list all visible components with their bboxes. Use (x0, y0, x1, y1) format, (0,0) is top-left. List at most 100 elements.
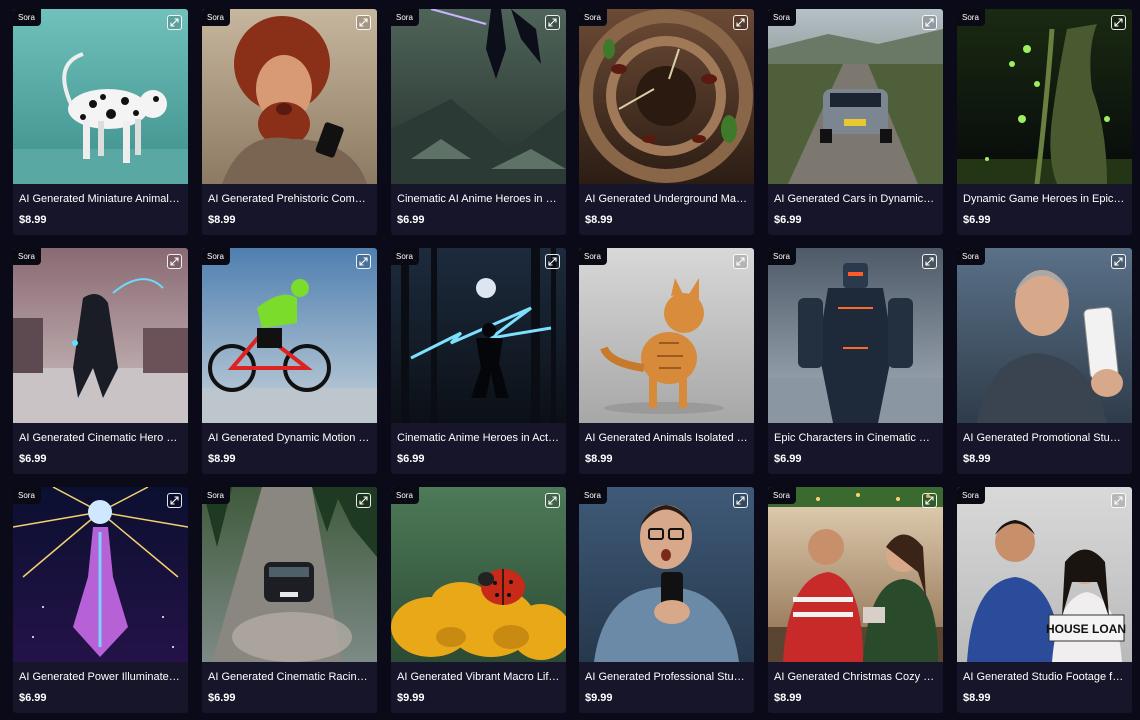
expand-icon[interactable] (733, 254, 748, 269)
product-card[interactable]: Sora AI Generated Miniature Animal… $8.99 (13, 9, 188, 235)
product-title[interactable]: AI Generated Animals Isolated … (585, 432, 748, 444)
product-price: $8.99 (585, 214, 613, 226)
product-price: $8.99 (585, 453, 613, 465)
product-grid: Sora AI Generated Miniature Animal… $8.99 … (0, 0, 1140, 720)
sora-badge: Sora (768, 248, 796, 265)
product-thumbnail[interactable] (13, 487, 188, 662)
product-card[interactable]: Sora AI Generated Power Illuminate… $6.99 (13, 487, 188, 713)
product-card[interactable]: Sora AI Generated Prehistoric Come… $8.99 (202, 9, 377, 235)
product-thumbnail[interactable] (13, 248, 188, 423)
sora-badge: Sora (202, 487, 230, 504)
product-thumbnail[interactable]: HOUSE LOAN (957, 487, 1132, 662)
product-thumbnail[interactable] (202, 248, 377, 423)
sora-badge: Sora (579, 487, 607, 504)
expand-icon[interactable] (167, 254, 182, 269)
expand-icon[interactable] (733, 15, 748, 30)
product-card[interactable]: Sora AI Generated Christmas Cozy … $8.99 (768, 487, 943, 713)
expand-icon[interactable] (1111, 254, 1126, 269)
product-title[interactable]: AI Generated Christmas Cozy … (774, 671, 937, 683)
product-price: $6.99 (208, 692, 236, 704)
product-card[interactable]: Sora Cinematic AI Anime Heroes in … $6.99 (391, 9, 566, 235)
product-thumbnail[interactable] (202, 9, 377, 184)
product-title[interactable]: AI Generated Promotional Stud… (963, 432, 1126, 444)
sora-badge: Sora (957, 9, 985, 26)
sora-badge: Sora (957, 487, 985, 504)
expand-icon[interactable] (733, 493, 748, 508)
product-price: $8.99 (19, 214, 47, 226)
expand-icon[interactable] (545, 493, 560, 508)
product-card[interactable]: Sora AI Generated Vibrant Macro Lif… $9.99 (391, 487, 566, 713)
sora-badge: Sora (202, 248, 230, 265)
product-title[interactable]: Dynamic Game Heroes in Epic … (963, 193, 1126, 205)
product-title[interactable]: Cinematic Anime Heroes in Act… (397, 432, 560, 444)
sora-badge: Sora (13, 9, 41, 26)
product-thumbnail[interactable] (768, 9, 943, 184)
product-thumbnail[interactable] (202, 487, 377, 662)
product-title[interactable]: AI Generated Prehistoric Come… (208, 193, 371, 205)
sora-badge: Sora (391, 9, 419, 26)
sora-badge: Sora (13, 248, 41, 265)
product-thumbnail[interactable] (957, 248, 1132, 423)
product-title[interactable]: AI Generated Studio Footage f… (963, 671, 1126, 683)
product-thumbnail[interactable] (957, 9, 1132, 184)
product-thumbnail[interactable] (391, 9, 566, 184)
product-title[interactable]: AI Generated Cars in Dynamic … (774, 193, 937, 205)
product-title[interactable]: AI Generated Cinematic Racin… (208, 671, 371, 683)
expand-icon[interactable] (356, 493, 371, 508)
product-price: $8.99 (774, 692, 802, 704)
product-card[interactable]: Sora AI Generated Dynamic Motion i… $8.99 (202, 248, 377, 474)
product-price: $6.99 (397, 453, 425, 465)
product-card[interactable]: HOUSE LOAN Sora AI Generated Studio Footag… (957, 487, 1132, 713)
sora-badge: Sora (579, 248, 607, 265)
product-card[interactable]: Sora AI Generated Animals Isolated … $8.99 (579, 248, 754, 474)
product-title[interactable]: AI Generated Dynamic Motion i… (208, 432, 371, 444)
product-title[interactable]: AI Generated Cinematic Hero S… (19, 432, 182, 444)
product-title[interactable]: AI Generated Power Illuminate… (19, 671, 182, 683)
product-card[interactable]: Sora AI Generated Cinematic Hero S… $6.99 (13, 248, 188, 474)
product-thumbnail[interactable] (768, 487, 943, 662)
product-title[interactable]: AI Generated Miniature Animal… (19, 193, 182, 205)
product-thumbnail[interactable] (768, 248, 943, 423)
product-title[interactable]: AI Generated Professional Stud… (585, 671, 748, 683)
product-card[interactable]: Sora AI Generated Professional Stud… $9.99 (579, 487, 754, 713)
product-card[interactable]: Sora AI Generated Promotional Stud… $8.99 (957, 248, 1132, 474)
product-card[interactable]: Sora AI Generated Cinematic Racin… $6.99 (202, 487, 377, 713)
product-card[interactable]: Sora AI Generated Cars in Dynamic … $6.99 (768, 9, 943, 235)
product-price: $8.99 (208, 453, 236, 465)
expand-icon[interactable] (356, 254, 371, 269)
product-title[interactable]: AI Generated Vibrant Macro Lif… (397, 671, 560, 683)
product-card[interactable]: Sora AI Generated Underground Ma… $8.99 (579, 9, 754, 235)
product-price: $6.99 (963, 214, 991, 226)
sign-text: HOUSE LOAN (1046, 622, 1126, 636)
product-card[interactable]: Sora Dynamic Game Heroes in Epic … $6.99 (957, 9, 1132, 235)
expand-icon[interactable] (1111, 493, 1126, 508)
product-title[interactable]: AI Generated Underground Ma… (585, 193, 748, 205)
product-card[interactable]: Sora Cinematic Anime Heroes in Act… $6.99 (391, 248, 566, 474)
sora-badge: Sora (13, 487, 41, 504)
expand-icon[interactable] (167, 15, 182, 30)
expand-icon[interactable] (922, 493, 937, 508)
product-title[interactable]: Cinematic AI Anime Heroes in … (397, 193, 560, 205)
product-thumbnail[interactable] (579, 9, 754, 184)
expand-icon[interactable] (922, 15, 937, 30)
product-price: $8.99 (963, 692, 991, 704)
product-thumbnail[interactable] (579, 487, 754, 662)
product-thumbnail[interactable] (13, 9, 188, 184)
expand-icon[interactable] (1111, 15, 1126, 30)
product-card[interactable]: Sora Epic Characters in Cinematic H… $6.99 (768, 248, 943, 474)
product-thumbnail[interactable] (579, 248, 754, 423)
sora-badge: Sora (391, 248, 419, 265)
product-price: $6.99 (19, 692, 47, 704)
product-thumbnail[interactable] (391, 487, 566, 662)
expand-icon[interactable] (356, 15, 371, 30)
expand-icon[interactable] (167, 493, 182, 508)
product-price: $6.99 (774, 214, 802, 226)
expand-icon[interactable] (545, 15, 560, 30)
expand-icon[interactable] (922, 254, 937, 269)
product-title[interactable]: Epic Characters in Cinematic H… (774, 432, 937, 444)
sora-badge: Sora (768, 487, 796, 504)
product-thumbnail[interactable] (391, 248, 566, 423)
expand-icon[interactable] (545, 254, 560, 269)
product-price: $9.99 (397, 692, 425, 704)
sora-badge: Sora (202, 9, 230, 26)
